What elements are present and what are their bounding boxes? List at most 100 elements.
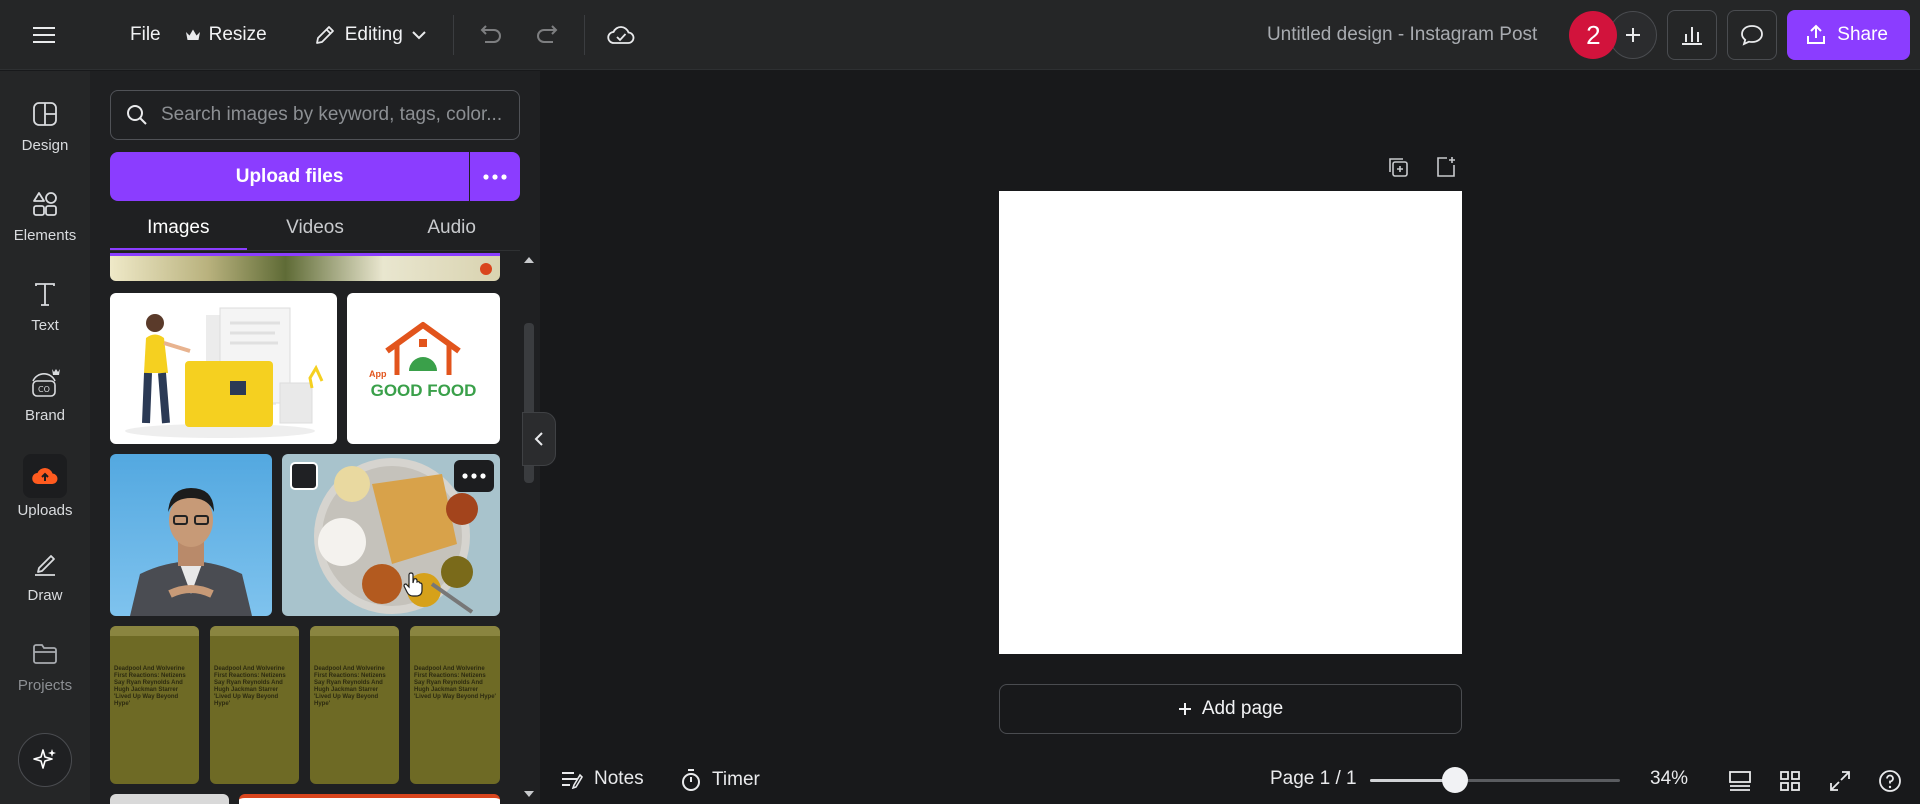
top-bar-left: File Resize Editing [0,0,643,69]
pencil-icon [315,25,334,44]
brand-crown-icon: CO [28,367,62,401]
article-headline: Deadpool And Wolverine First Reactions: … [314,666,386,707]
upload-thumbnail[interactable] [239,794,500,804]
gallery-scrollbar[interactable] [520,251,538,804]
pen-icon [28,547,62,581]
sparkle-icon [33,749,56,769]
resize-button[interactable]: Resize [173,13,279,57]
upload-thumbnail[interactable] [110,454,272,616]
zoom-slider-knob[interactable] [1442,767,1468,793]
upload-thumbnail[interactable] [110,293,337,444]
tab-images[interactable]: Images [110,205,247,251]
redo-icon [536,24,558,43]
tab-videos[interactable]: Videos [247,205,384,251]
search-input[interactable] [161,104,501,126]
search-box[interactable] [110,90,520,140]
file-menu-button[interactable]: File [118,13,173,57]
scroll-down-arrow-icon[interactable] [524,791,534,797]
article-header-bar [110,626,199,636]
tab-audio[interactable]: Audio [383,205,520,251]
fullscreen-button[interactable] [1825,766,1855,796]
hamburger-icon [33,26,55,43]
chevron-left-icon [534,432,543,446]
help-button[interactable] [1875,766,1905,796]
magic-assistant-button[interactable] [18,733,72,787]
rail-item-draw[interactable]: Draw [0,547,90,604]
plus-icon [1626,28,1641,42]
upload-thumbnail[interactable]: Deadpool And Wolverine First Reactions: … [210,626,299,784]
upload-files-label: Upload files [235,165,344,187]
thumbnail-more-button[interactable] [454,460,494,492]
notes-button[interactable]: Notes [560,768,644,790]
toolbar-divider [583,14,585,55]
duplicate-page-button[interactable] [1386,155,1410,184]
collaborator-count: 2 [1586,19,1601,50]
select-checkbox[interactable] [290,462,318,490]
page-indicator[interactable]: Page 1 / 1 [1270,768,1357,790]
editing-mode-label: Editing [344,23,403,45]
shapes-icon [28,187,62,221]
left-rail: Design Elements Text CO Brand Uploads Dr… [0,71,90,804]
save-status-button[interactable] [599,13,643,57]
add-page-top-button[interactable] [1434,155,1458,184]
undo-icon [480,24,501,43]
upload-thumbnail[interactable] [110,794,229,804]
scroll-up-arrow-icon[interactable] [524,257,534,263]
upload-thumbnail[interactable]: Deadpool And Wolverine First Reactions: … [410,626,500,784]
rail-item-brand[interactable]: CO Brand [0,367,90,424]
article-header-bar [410,626,500,636]
rail-item-uploads[interactable]: Uploads [0,454,90,519]
redo-button[interactable] [526,13,570,57]
more-dots-icon [462,473,486,479]
add-page-button[interactable]: Add page [999,684,1462,734]
grid-view-button[interactable] [1775,766,1805,796]
upload-more-options-button[interactable] [470,152,520,201]
search-icon [127,105,147,125]
timer-button[interactable]: Timer [680,768,760,792]
document-title[interactable]: Untitled design - Instagram Post [1267,24,1537,46]
upload-thumbnail[interactable]: Deadpool And Wolverine First Reactions: … [310,626,399,784]
zoom-slider[interactable] [1370,767,1620,793]
uploads-gallery: App GOOD FOOD Deadpool And Wolverine Fir… [110,251,502,804]
page-indicator-label: Page 1 / 1 [1270,768,1357,789]
portrait-photo-image [130,488,252,616]
rail-item-design[interactable]: Design [0,97,90,154]
timer-label: Timer [712,769,760,790]
share-upload-icon [1807,24,1826,44]
collapse-panel-button[interactable] [522,412,556,466]
speech-bubble-icon [1741,25,1764,46]
chevron-down-icon [412,30,426,39]
page-view-button[interactable] [1725,766,1755,796]
rail-item-label: Draw [27,587,63,604]
rail-item-label: Brand [24,407,66,424]
grid-icon [1780,771,1800,791]
rail-item-projects[interactable]: Projects [0,637,90,694]
upload-thumbnail[interactable] [282,454,500,616]
upload-thumbnail[interactable]: App GOOD FOOD [347,293,500,444]
thumbnail-dot [480,263,492,275]
upload-thumbnail[interactable] [110,253,500,281]
logo-prefix: App [369,369,387,379]
design-canvas-page[interactable] [999,191,1462,654]
add-page-icon [1437,157,1455,177]
comments-button[interactable] [1727,10,1778,60]
rail-item-label: Text [31,317,59,334]
editing-mode-dropdown[interactable]: Editing [301,13,439,57]
page-view-icon [1729,771,1751,791]
upload-thumbnail[interactable]: Deadpool And Wolverine First Reactions: … [110,626,199,784]
article-headline: Deadpool And Wolverine First Reactions: … [414,666,496,700]
main-menu-button[interactable] [30,13,60,57]
collaborator-avatar[interactable]: 2 [1569,11,1618,59]
folder-icon [28,637,62,671]
share-button[interactable]: Share [1787,10,1910,60]
undo-button[interactable] [468,13,512,57]
toolbar-divider [452,14,454,55]
upload-files-button[interactable]: Upload files [110,152,470,201]
help-icon [1879,770,1901,792]
zoom-percentage[interactable]: 34% [1650,768,1688,790]
insights-button[interactable] [1667,10,1718,60]
tab-label: Images [147,217,210,238]
timer-icon [682,769,700,791]
rail-item-text[interactable]: Text [0,277,90,334]
rail-item-elements[interactable]: Elements [0,187,90,244]
